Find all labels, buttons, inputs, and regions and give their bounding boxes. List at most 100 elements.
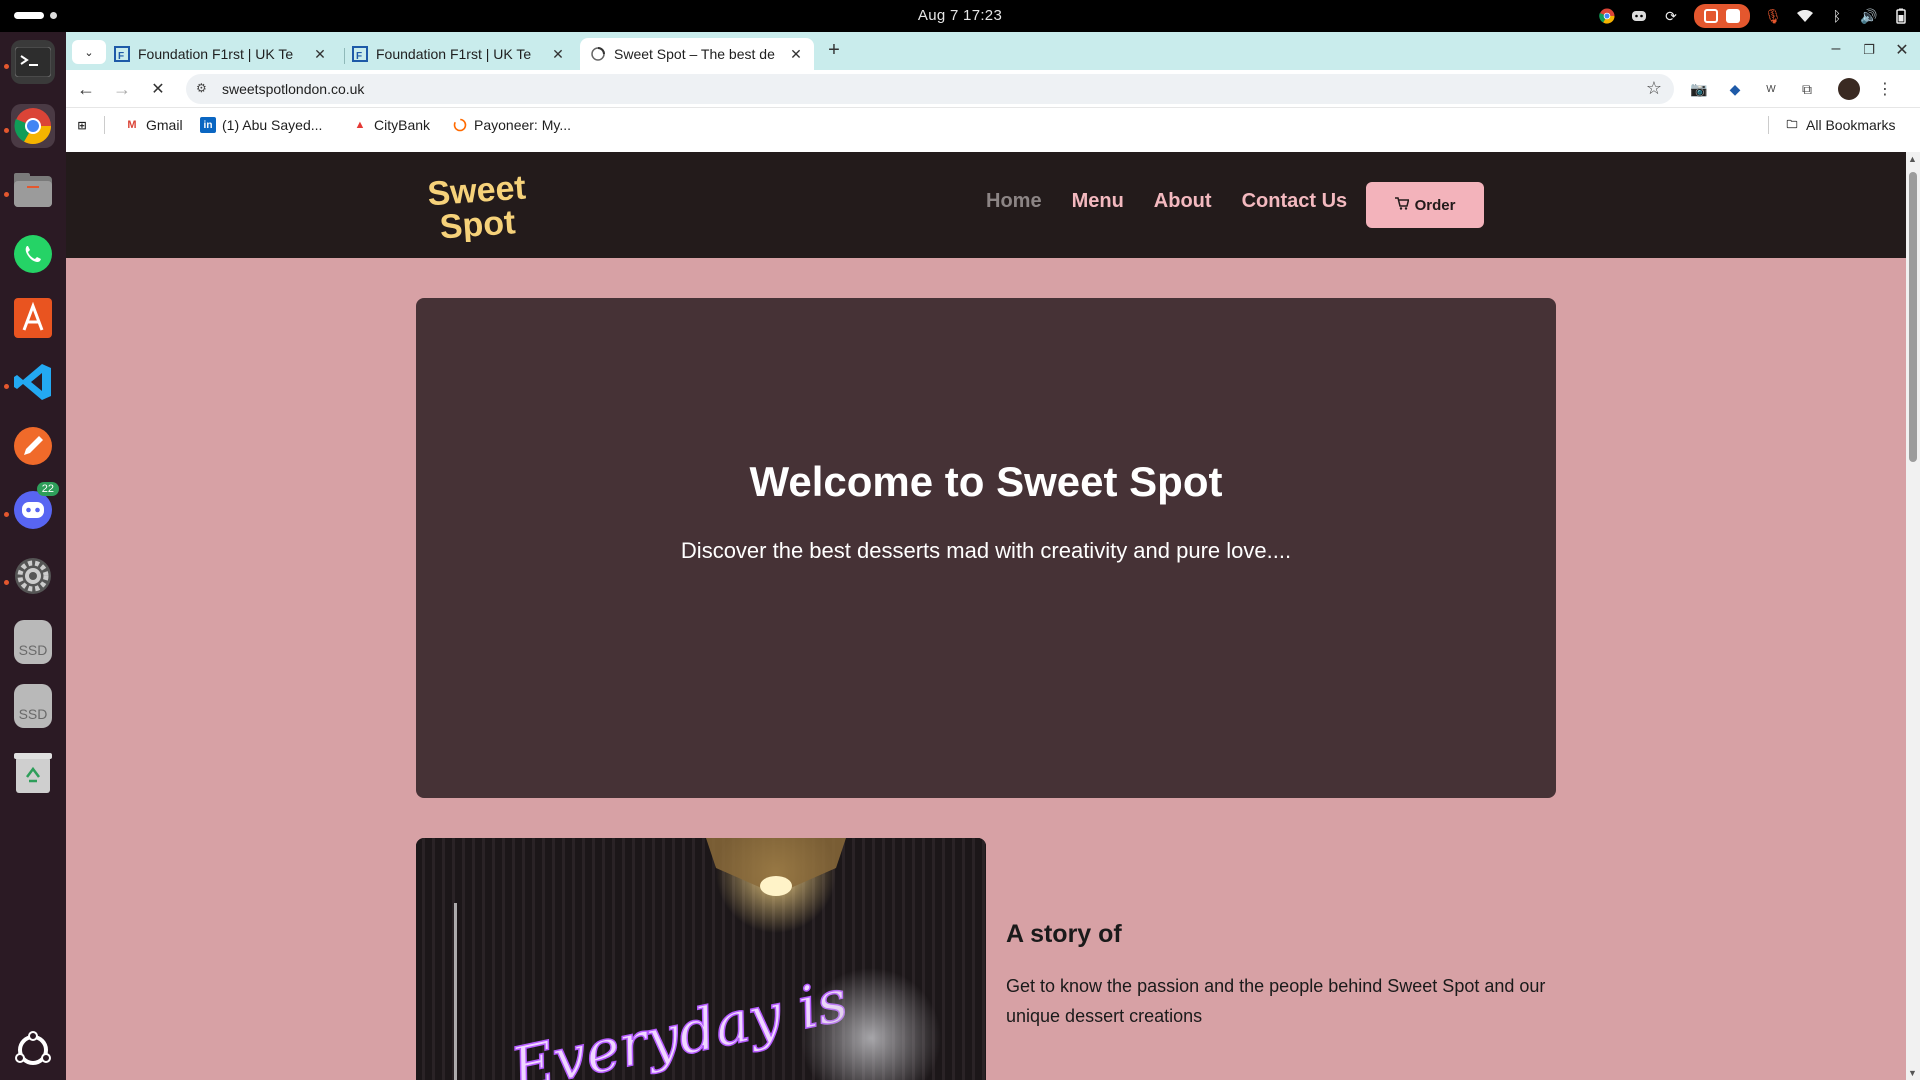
sweet-spot-logo[interactable]: Sweet Spot — [426, 168, 538, 247]
minimize-button[interactable]: – — [1826, 40, 1846, 58]
microphone-icon[interactable]: 🎙 — [1764, 7, 1782, 25]
cart-icon — [1394, 196, 1410, 214]
bookmark-linkedin[interactable]: in (1) Abu Sayed... — [200, 117, 322, 133]
nav-home[interactable]: Home — [986, 190, 1042, 213]
drive-label: SSD — [18, 706, 48, 722]
site-info-icon[interactable]: ⚙ — [196, 81, 212, 97]
forward-button[interactable]: → — [110, 77, 134, 101]
story-image: Everyday is — [416, 838, 986, 1080]
close-icon[interactable]: ✕ — [550, 46, 566, 63]
loading-favicon-icon — [590, 46, 606, 62]
extensions-puzzle-icon[interactable]: ⧉ — [1796, 78, 1818, 100]
page-scrollbar[interactable]: ▲ ▼ — [1906, 152, 1920, 1080]
sync-tray-icon[interactable]: ⟳ — [1662, 7, 1680, 25]
nav-about[interactable]: About — [1154, 190, 1212, 213]
foundation-favicon-icon: F — [352, 46, 368, 62]
restore-button[interactable]: ❐ — [1859, 42, 1879, 58]
address-bar[interactable]: ⚙ sweetspotlondon.co.uk ☆ — [186, 74, 1674, 104]
profile-avatar[interactable] — [1838, 78, 1860, 100]
scroll-down-icon[interactable]: ▼ — [1908, 1068, 1917, 1078]
all-bookmarks-label: All Bookmarks — [1806, 117, 1896, 133]
wifi-icon[interactable] — [1796, 7, 1814, 25]
stop-record-icon[interactable] — [1726, 9, 1740, 23]
story-title: A story of — [1006, 920, 1122, 948]
whatsapp-icon[interactable] — [11, 232, 55, 276]
running-indicator — [4, 128, 9, 133]
bluetooth-icon[interactable]: ᛒ — [1828, 7, 1846, 25]
files-icon[interactable] — [11, 168, 55, 212]
linkedin-icon: in — [200, 117, 216, 133]
chrome-icon[interactable] — [11, 104, 55, 148]
trash-icon[interactable] — [11, 750, 55, 794]
nav-menu[interactable]: Menu — [1072, 190, 1124, 213]
discord-icon[interactable]: 22 — [11, 482, 59, 532]
browser-toolbar: ← → ✕ ⚙ sweetspotlondon.co.uk ☆ 📷 ◆ W ⧉ … — [66, 70, 1920, 108]
close-icon[interactable]: ✕ — [788, 46, 804, 63]
tab-sweet-spot[interactable]: Sweet Spot – The best de ✕ — [580, 38, 814, 70]
chevron-down-icon: ⌄ — [84, 46, 94, 59]
running-indicator — [4, 64, 9, 69]
hero-subtitle: Discover the best desserts mad with crea… — [680, 538, 1292, 563]
site-header: Sweet Spot Home Menu About Contact Us Or… — [66, 152, 1906, 258]
new-tab-button[interactable]: + — [824, 39, 844, 62]
more-menu-icon[interactable]: ⋮ — [1874, 78, 1896, 100]
terminal-icon[interactable] — [11, 40, 55, 84]
volume-icon[interactable]: 🔊 — [1860, 7, 1878, 25]
chrome-tray-icon[interactable] — [1598, 7, 1616, 25]
all-bookmarks-button[interactable]: 🗀 All Bookmarks — [1784, 117, 1896, 133]
order-button[interactable]: Order — [1366, 182, 1484, 228]
running-indicator — [4, 580, 9, 585]
show-apps-icon[interactable] — [11, 1028, 55, 1072]
system-tray: ⟳ 🎙 ᛒ 🔊 — [1598, 4, 1910, 28]
apps-grid-icon[interactable]: ⊞ — [74, 117, 90, 133]
close-icon[interactable]: ✕ — [312, 46, 328, 63]
app-center-icon[interactable] — [11, 296, 55, 340]
extension-icon[interactable]: ◆ — [1724, 78, 1746, 100]
divider — [1768, 116, 1769, 134]
page-viewport: Sweet Spot Home Menu About Contact Us Or… — [66, 152, 1920, 1080]
settings-icon[interactable] — [11, 554, 55, 598]
close-window-button[interactable]: ✕ — [1892, 40, 1912, 60]
url-text[interactable]: sweetspotlondon.co.uk — [222, 81, 364, 97]
screenshot-icon[interactable]: 📷 — [1688, 78, 1710, 100]
bookmark-label: Payoneer: My... — [474, 117, 572, 133]
drawing-app-icon[interactable] — [11, 424, 55, 468]
svg-text:F: F — [118, 51, 124, 62]
bookmark-label: Gmail — [146, 117, 183, 133]
bookmark-payoneer[interactable]: Payoneer: My... — [452, 117, 571, 133]
tab-foundation-1[interactable]: F Foundation F1rst | UK Te ✕ — [104, 38, 338, 70]
vscode-icon[interactable] — [11, 360, 55, 404]
bookmark-gmail[interactable]: M Gmail — [124, 117, 183, 133]
discord-tray-icon[interactable] — [1630, 7, 1648, 25]
hero-banner: Welcome to Sweet Spot Discover the best … — [416, 298, 1556, 798]
stop-loading-button[interactable]: ✕ — [146, 77, 170, 101]
site-nav: Home Menu About Contact Us — [986, 190, 1347, 213]
back-button[interactable]: ← — [74, 77, 98, 101]
payoneer-icon — [452, 117, 468, 133]
light-streak — [454, 903, 457, 1080]
drive-label: SSD — [18, 642, 48, 658]
os-top-bar: Aug 7 17:23 ⟳ 🎙 ᛒ 🔊 — [0, 0, 1920, 32]
battery-icon[interactable] — [1892, 7, 1910, 25]
tab-search-button[interactable]: ⌄ — [72, 40, 106, 64]
ssd-drive-icon[interactable]: SSD — [14, 684, 52, 728]
divider — [104, 116, 105, 134]
order-label: Order — [1414, 196, 1456, 214]
bookmark-label: (1) Abu Sayed... — [222, 117, 323, 133]
bookmark-star-icon[interactable]: ☆ — [1646, 78, 1662, 99]
citybank-icon: ▲ — [354, 119, 366, 131]
folder-icon: 🗀 — [1786, 118, 1798, 131]
screen-record-indicator[interactable] — [1694, 4, 1750, 28]
bookmark-label: CityBank — [374, 117, 431, 133]
scroll-up-icon[interactable]: ▲ — [1908, 154, 1917, 164]
notification-badge: 22 — [36, 482, 59, 496]
extension-icon[interactable]: W — [1760, 78, 1782, 100]
bookmark-citybank[interactable]: ▲ CityBank — [352, 117, 430, 133]
ssd-drive-icon[interactable]: SSD — [14, 620, 52, 664]
dock: 22 SSD SSD — [0, 32, 66, 1080]
tab-foundation-2[interactable]: F Foundation F1rst | UK Te ✕ — [342, 38, 576, 70]
nav-contact-us[interactable]: Contact Us — [1242, 190, 1348, 213]
scrollbar-thumb[interactable] — [1909, 172, 1917, 462]
tab-title: Foundation F1rst | UK Te — [138, 46, 294, 62]
running-indicator — [4, 384, 9, 389]
